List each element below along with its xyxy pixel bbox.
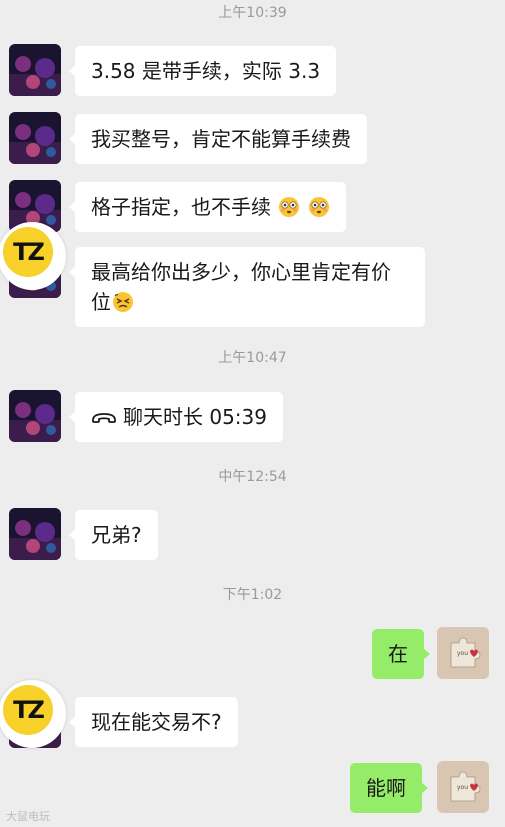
phone-handset-icon — [91, 407, 117, 427]
svg-text:you: you — [457, 784, 468, 791]
call-duration-text: 聊天时长 05:39 — [123, 405, 267, 429]
timestamp: 上午10:39 — [218, 5, 287, 21]
call-record-bubble[interactable]: 聊天时长 05:39 — [69, 392, 283, 442]
chat-window: 上午10:39 3.58 是带手续，实际 3.3 我买整号，肯定不能算手续费 格… — [0, 0, 505, 827]
message-text: 3.58 是带手续，实际 3.3 — [91, 59, 321, 83]
flushed-face-emoji — [278, 196, 300, 218]
contact-avatar[interactable] — [9, 112, 61, 164]
message-bubble[interactable]: 兄弟? — [69, 510, 158, 560]
message-bubble[interactable]: 最高给你出多少，你心里肯定有价 位 — [69, 247, 425, 327]
timestamp: 中午12:54 — [218, 469, 287, 485]
svg-text:you: you — [457, 650, 468, 657]
message-text: 现在能交易不? — [91, 710, 222, 734]
message-text: 能啊 — [366, 776, 406, 800]
contact-avatar[interactable] — [9, 508, 61, 560]
message-text: 在 — [388, 642, 408, 666]
persevering-face-emoji — [112, 291, 134, 313]
message-text: 我买整号，肯定不能算手续费 — [91, 127, 351, 151]
message-text: 最高给你出多少，你心里肯定有价 — [91, 260, 391, 284]
message-text: 兄弟? — [91, 523, 142, 547]
contact-avatar[interactable] — [9, 44, 61, 96]
flushed-face-emoji — [308, 196, 330, 218]
outgoing-message-bubble[interactable]: 能啊 — [350, 763, 428, 813]
message-bubble[interactable]: 3.58 是带手续，实际 3.3 — [68, 46, 337, 96]
my-avatar[interactable]: you — [437, 761, 489, 813]
watermark: 大鼠电玩 — [6, 810, 50, 823]
tz-logo: TZ — [0, 222, 66, 290]
message-bubble[interactable]: 我买整号，肯定不能算手续费 — [69, 114, 367, 164]
message-bubble[interactable]: 格子指定，也不手续 — [69, 182, 346, 232]
timestamp: 上午10:47 — [218, 350, 287, 366]
contact-avatar[interactable] — [9, 390, 61, 442]
message-text: 格子指定，也不手续 — [91, 195, 271, 219]
message-text: 位 — [91, 290, 111, 314]
tz-logo-text: TZ — [3, 685, 53, 735]
my-avatar[interactable]: you — [437, 627, 489, 679]
message-bubble[interactable]: 现在能交易不? — [69, 697, 238, 747]
tz-logo: TZ — [0, 680, 66, 748]
tz-logo-text: TZ — [3, 227, 53, 277]
outgoing-message-bubble[interactable]: 在 — [372, 629, 430, 679]
timestamp: 下午1:02 — [222, 587, 283, 603]
